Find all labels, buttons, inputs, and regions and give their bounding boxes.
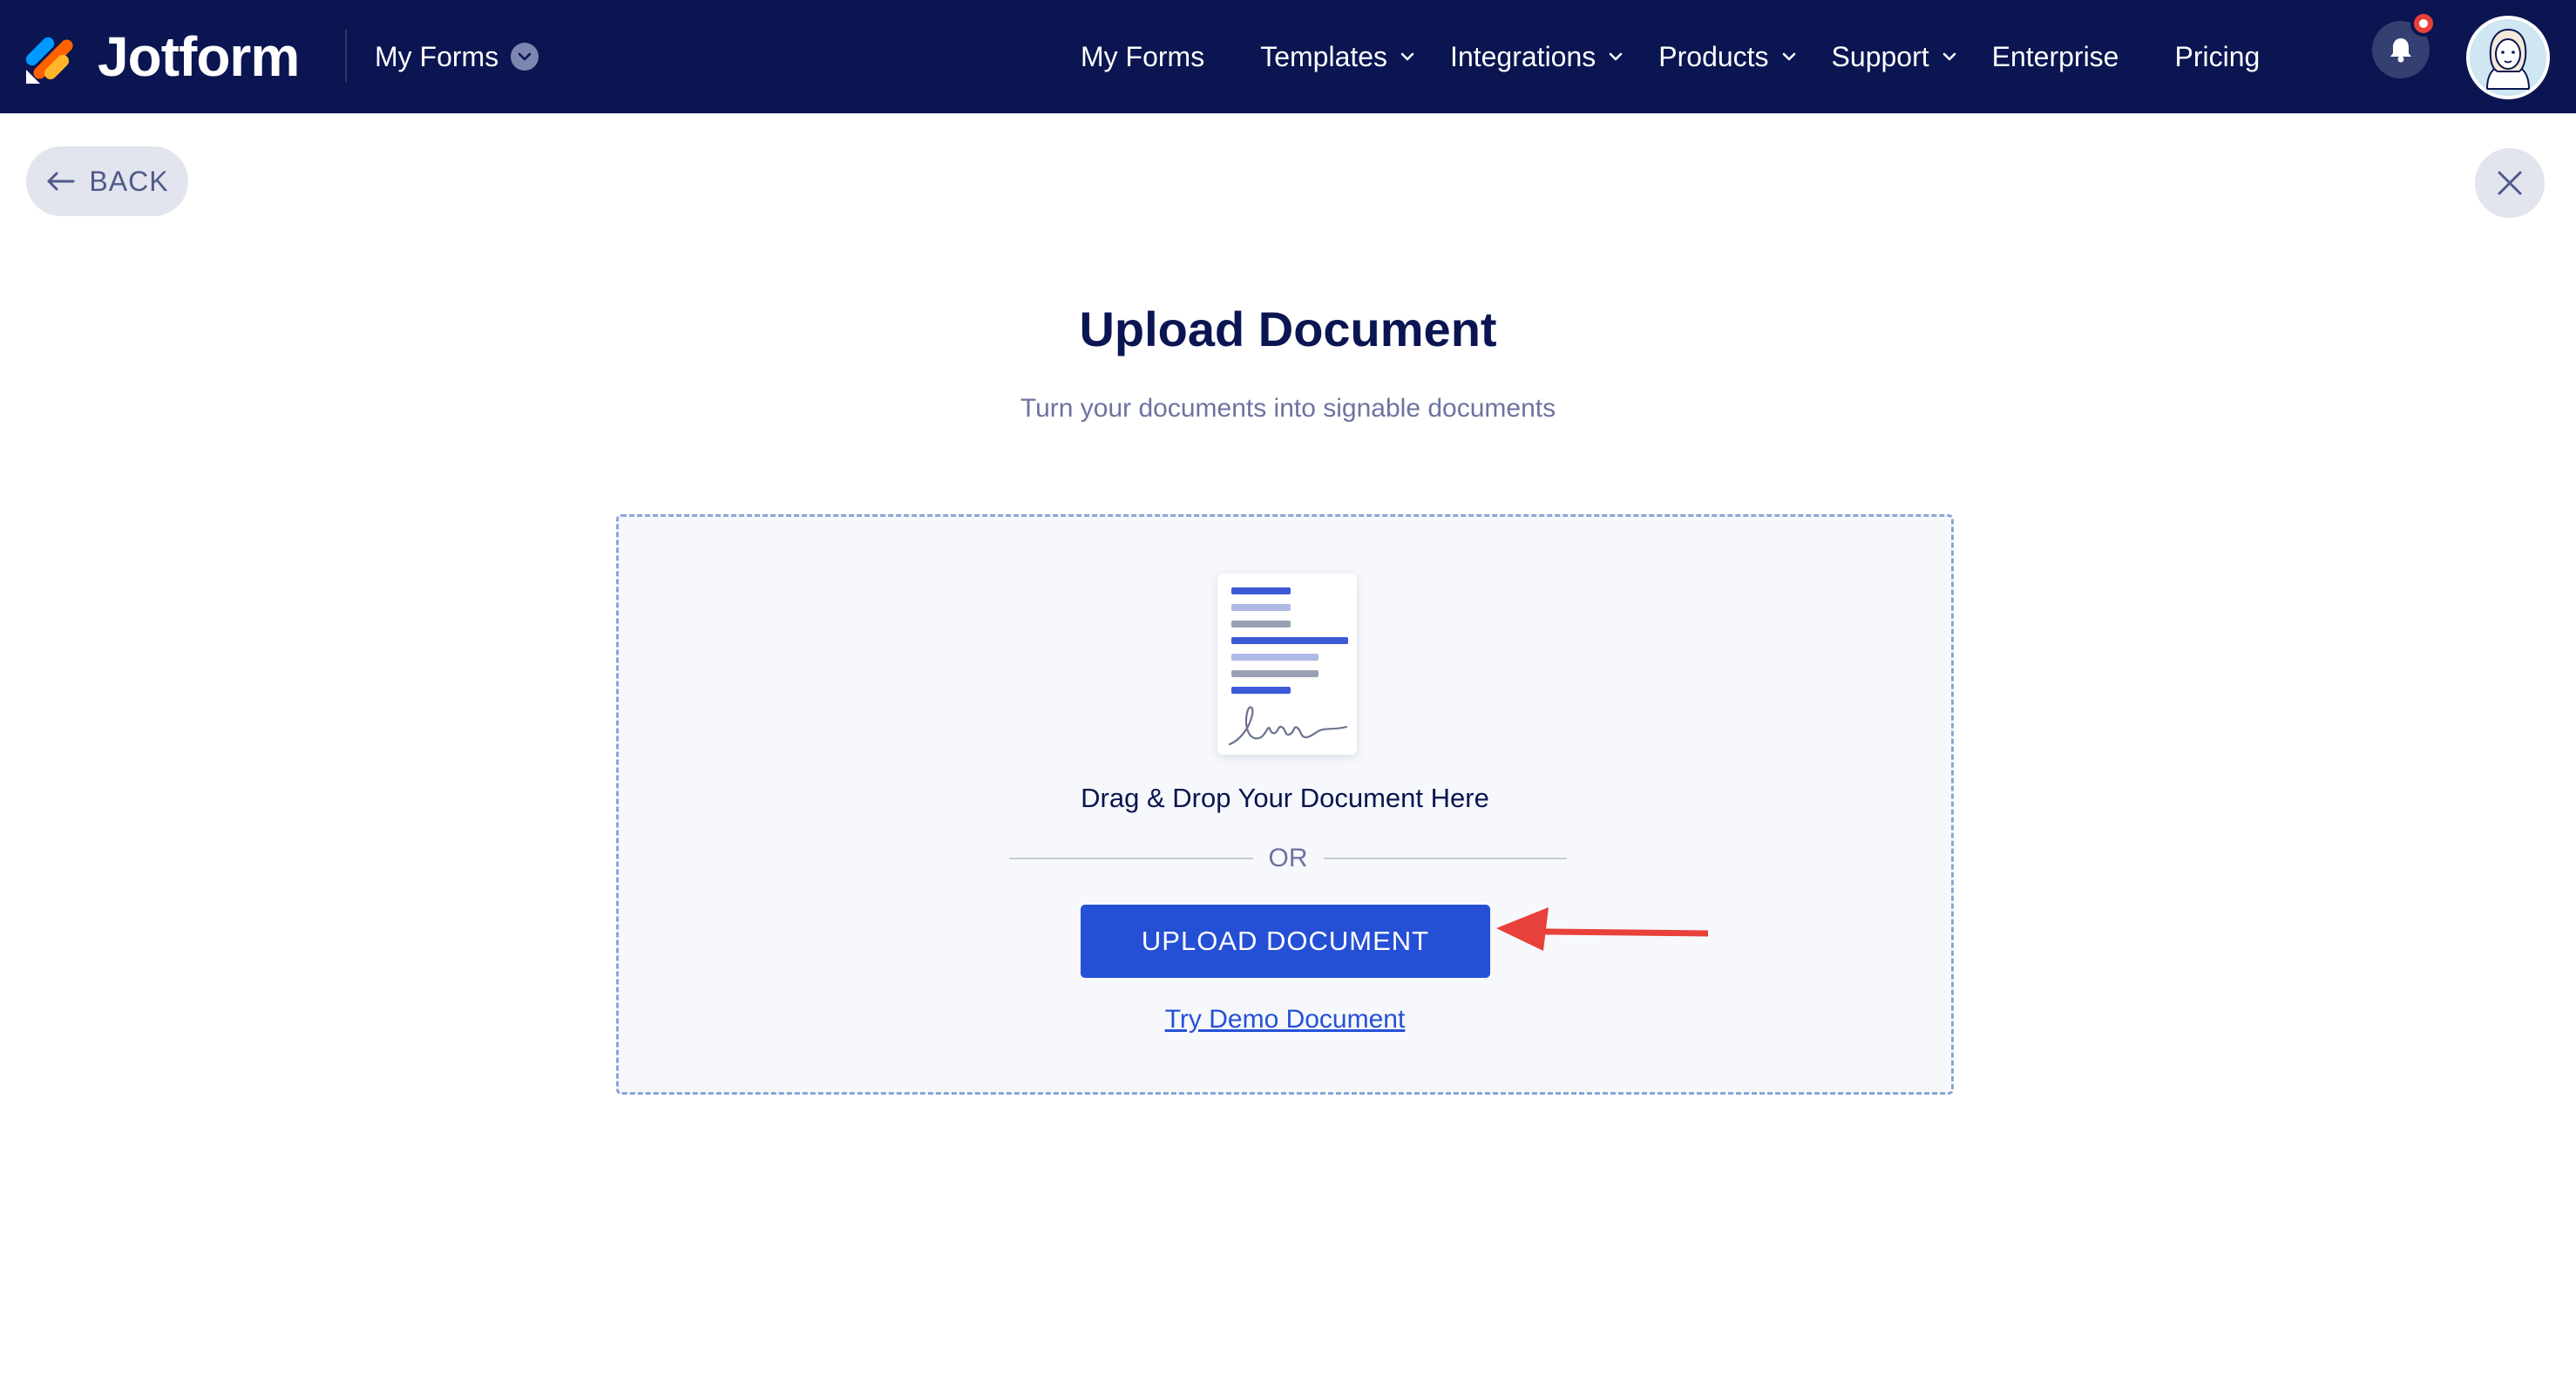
nav-label: Enterprise	[1991, 40, 2119, 72]
nav-label: Templates	[1260, 40, 1388, 72]
logo-wordmark: Jotform	[98, 25, 300, 88]
document-illustration	[1217, 573, 1357, 755]
try-demo-document-link[interactable]: Try Demo Document	[1165, 1005, 1406, 1034]
divider-line	[1009, 858, 1253, 859]
nav-products[interactable]: Products	[1658, 41, 1796, 73]
nav-my-forms[interactable]: My Forms	[1081, 41, 1204, 73]
chevron-down-icon	[1942, 52, 1956, 61]
nav-label: Products	[1658, 40, 1769, 72]
chevron-down-icon	[1400, 52, 1414, 61]
bell-icon	[2390, 38, 2411, 63]
jotform-logo-icon	[25, 37, 73, 84]
nav-templates[interactable]: Templates	[1260, 41, 1415, 73]
main-nav: My Forms Templates Integrations Products…	[1081, 26, 2260, 87]
nav-integrations[interactable]: Integrations	[1450, 41, 1624, 73]
notification-badge	[2410, 10, 2437, 37]
header-divider	[345, 30, 347, 82]
workspace-dropdown[interactable]: My Forms	[375, 31, 539, 82]
nav-enterprise[interactable]: Enterprise	[1992, 41, 2119, 73]
or-text: OR	[1268, 844, 1308, 872]
annotation-arrow-icon	[1496, 907, 1708, 951]
divider-line	[1323, 858, 1567, 859]
chevron-down-icon	[511, 43, 539, 71]
or-divider: OR	[1009, 841, 1567, 876]
workspace-dropdown-label: My Forms	[375, 40, 499, 72]
page-subtitle: Turn your documents into signable docume…	[1020, 394, 1556, 423]
back-button-label: BACK	[89, 165, 169, 197]
nav-label: Support	[1831, 40, 1929, 72]
page-title: Upload Document	[1079, 302, 1497, 356]
signed-document-icon	[1228, 587, 1348, 746]
top-navigation-bar: Jotform My Forms My Forms Templates Inte…	[0, 0, 2576, 113]
user-avatar-icon	[2470, 19, 2546, 96]
chevron-down-icon	[1609, 52, 1623, 61]
document-dropzone[interactable]: Drag & Drop Your Document Here OR UPLOAD…	[616, 514, 1954, 1095]
chevron-down-icon	[1782, 52, 1795, 61]
jotform-logo[interactable]: Jotform	[24, 21, 300, 92]
close-button[interactable]	[2475, 148, 2545, 218]
nav-label: Pricing	[2174, 40, 2261, 72]
avatar[interactable]	[2466, 16, 2550, 99]
nav-label: My Forms	[1081, 40, 1205, 72]
close-icon	[2498, 171, 2522, 195]
nav-support[interactable]: Support	[1832, 41, 1957, 73]
nav-pricing[interactable]: Pricing	[2174, 41, 2260, 73]
arrow-left-icon	[47, 172, 75, 191]
nav-label: Integrations	[1450, 40, 1596, 72]
demo-link-wrapper: Try Demo Document	[619, 1005, 1951, 1035]
drag-drop-text: Drag & Drop Your Document Here	[1081, 783, 1489, 813]
back-button[interactable]: BACK	[26, 146, 188, 216]
upload-document-button[interactable]: UPLOAD DOCUMENT	[1081, 905, 1490, 978]
